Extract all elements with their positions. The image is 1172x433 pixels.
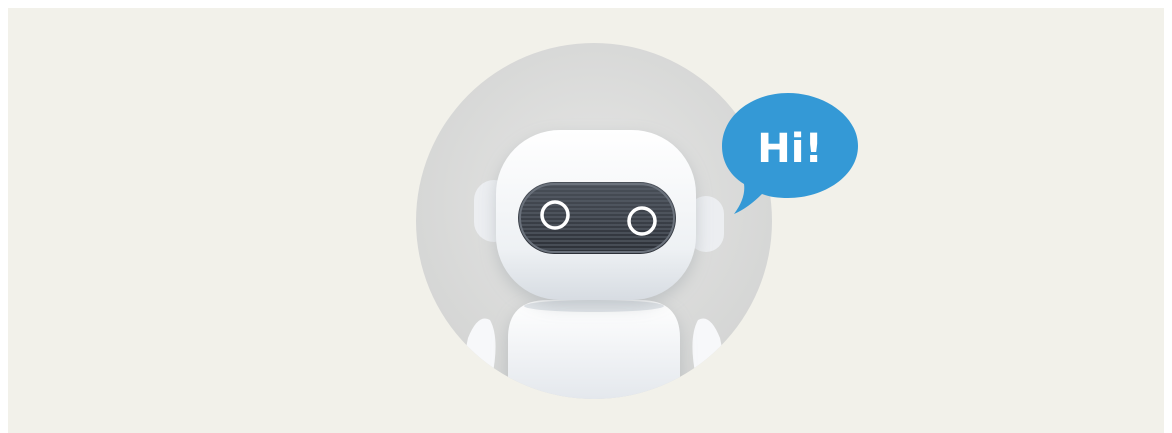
robot-illustration: Hi! bbox=[416, 43, 858, 399]
speech-bubble-text: Hi! bbox=[757, 126, 822, 172]
robot-body bbox=[508, 300, 680, 399]
hero-banner: Hi! bbox=[8, 8, 1164, 433]
